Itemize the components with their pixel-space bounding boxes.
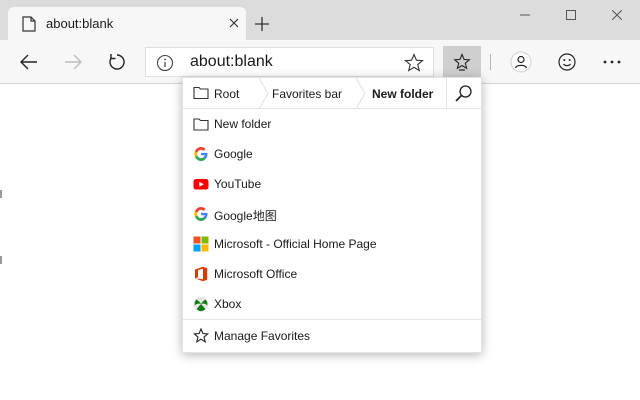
tab-title: about:blank [46,16,114,31]
chevron-right-icon [355,78,366,109]
favorites-hub-icon [453,53,471,71]
office-icon [195,266,208,282]
refresh-button[interactable] [101,46,133,78]
google-icon [194,147,208,161]
list-item[interactable]: Xbox [183,289,481,319]
info-icon[interactable] [156,54,174,72]
list-item-label: Xbox [214,297,242,311]
list-item-label: Google [214,147,253,161]
person-icon [510,51,532,73]
breadcrumb-new-folder[interactable]: New folder [372,87,433,101]
microsoft-icon [193,236,209,252]
list-item-label: New folder [214,117,272,131]
edge-tick [0,190,2,198]
favorites-flyout: Root Favorites bar New folder New folder [182,77,482,353]
breadcrumb-root[interactable]: Root [214,87,239,101]
youtube-icon [193,179,209,190]
favorites-list: New folder Google YouTube Google地图 Micro… [183,109,481,319]
edge-tick [0,256,2,264]
folder-icon [193,86,209,100]
manage-favorites-label: Manage Favorites [214,329,311,343]
tab-about-blank[interactable]: about:blank [8,7,246,40]
back-arrow-icon [20,54,37,70]
breadcrumb-separator [446,78,447,109]
refresh-icon [109,54,125,70]
folder-icon [193,118,209,131]
close-window-button[interactable] [594,0,640,30]
favorites-hub-button[interactable] [443,46,481,78]
forward-button[interactable] [57,46,89,78]
minimize-icon [520,14,530,16]
close-icon [612,10,622,20]
address-bar[interactable]: about:blank [145,47,434,77]
list-item-label: Microsoft Office [214,267,298,281]
new-tab-button[interactable] [252,14,272,34]
feedback-button[interactable] [551,46,583,78]
star-outline-icon[interactable] [404,53,424,73]
chevron-right-icon [258,78,269,109]
more-button[interactable] [596,46,628,78]
maximize-button[interactable] [548,0,594,30]
plus-icon [255,17,269,31]
list-item[interactable]: Google地图 [183,199,481,229]
breadcrumb-favorites-bar[interactable]: Favorites bar [272,87,342,101]
page-icon [22,16,36,32]
list-item[interactable]: Microsoft Office [183,259,481,289]
search-icon[interactable] [453,83,475,105]
close-icon [229,18,239,28]
more-icon [603,60,621,64]
list-item-label: Google地图 [214,209,277,223]
back-button[interactable] [13,46,45,78]
title-bar: about:blank [0,0,640,40]
list-item[interactable]: New folder [183,109,481,139]
breadcrumb: Root Favorites bar New folder [183,78,481,109]
profile-button[interactable] [505,46,537,78]
list-item[interactable]: Google [183,139,481,169]
list-item-label: Microsoft - Official Home Page [214,237,377,251]
manage-favorites-button[interactable]: Manage Favorites [183,319,481,352]
smiley-icon [558,53,576,71]
list-item[interactable]: YouTube [183,169,481,199]
star-outline-icon [193,328,209,343]
address-text[interactable]: about:blank [190,53,273,71]
maximize-icon [566,10,576,20]
toolbar-separator [490,54,491,70]
tab-close-button[interactable] [225,14,243,32]
google-icon [194,207,208,221]
minimize-button[interactable] [502,0,548,30]
list-item[interactable]: Microsoft - Official Home Page [183,229,481,259]
xbox-icon [193,296,209,312]
list-item-label: YouTube [214,177,262,191]
forward-arrow-icon [65,54,82,70]
